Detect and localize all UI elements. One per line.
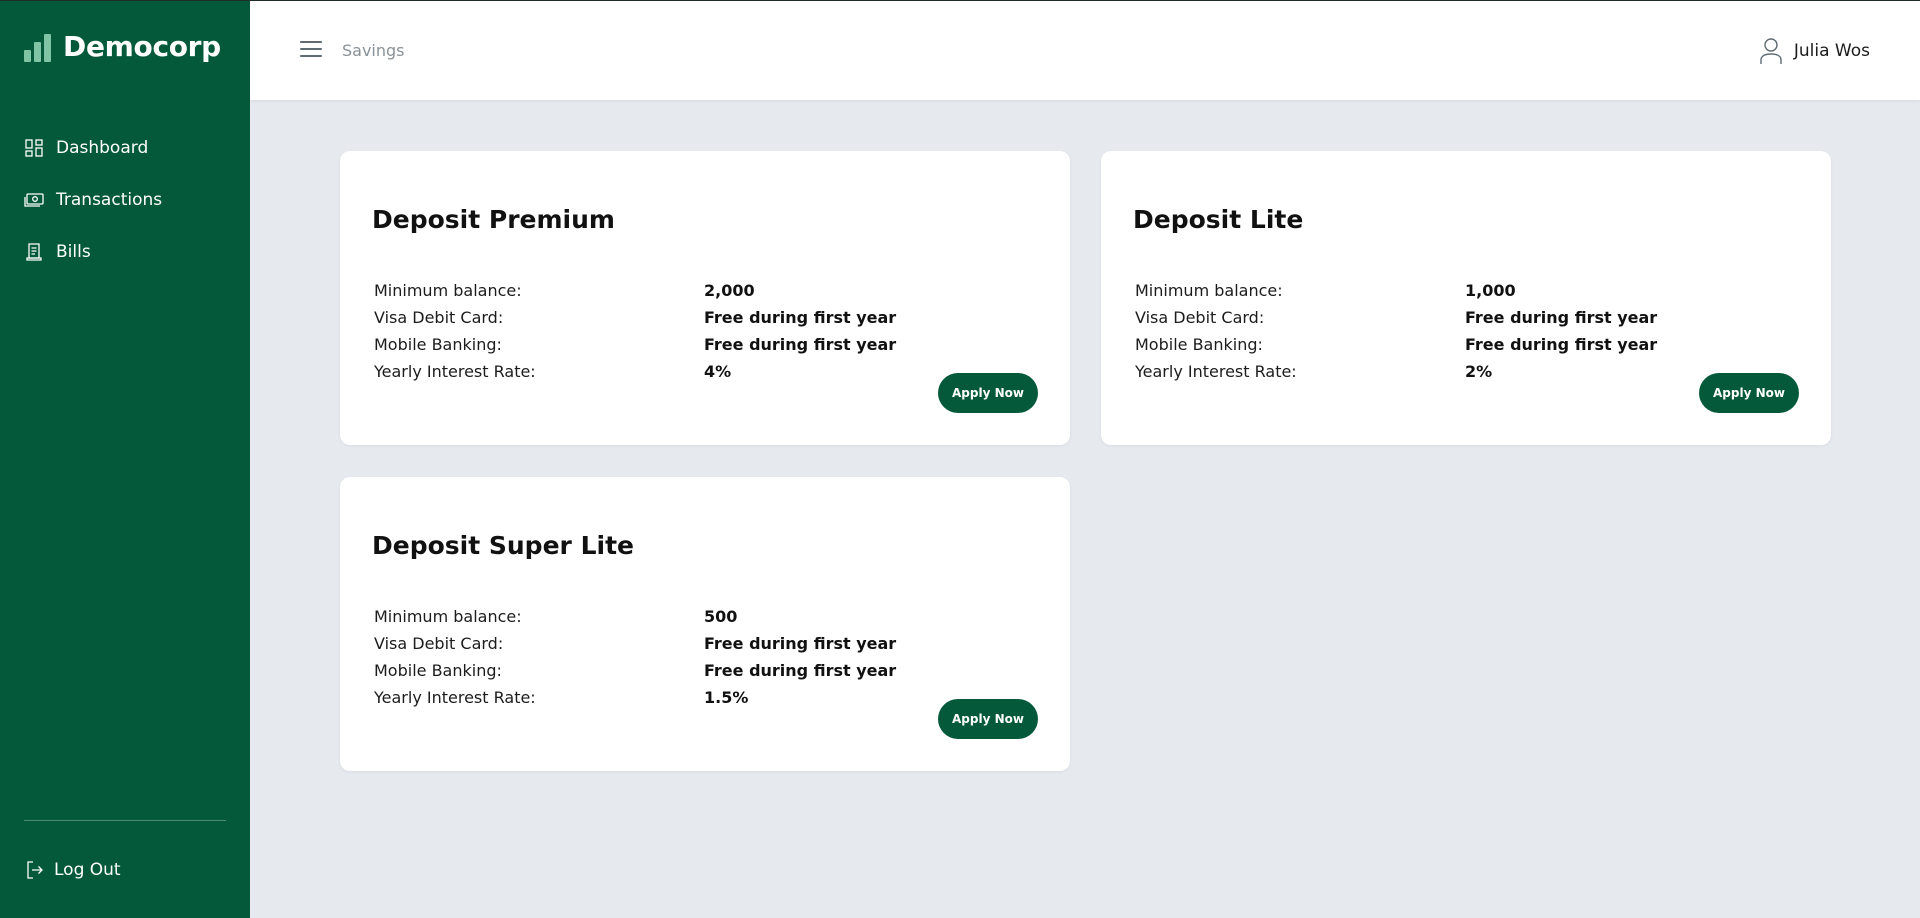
card-details: Minimum balance: 1,000 Visa Debit Card: … [1135, 277, 1695, 385]
detail-value: Free during first year [704, 661, 897, 680]
detail-row: Yearly Interest Rate: 2% [1135, 358, 1695, 385]
detail-value: 4% [704, 362, 732, 381]
logout-icon [26, 860, 46, 880]
detail-label: Mobile Banking: [1135, 335, 1263, 354]
card-details: Minimum balance: 500 Visa Debit Card: Fr… [374, 603, 934, 711]
brand[interactable]: Democorp [24, 32, 221, 62]
detail-label: Yearly Interest Rate: [374, 362, 536, 381]
cash-icon [24, 190, 44, 210]
detail-label: Minimum balance: [374, 281, 522, 300]
top-header: Savings Julia Wos [250, 1, 1920, 100]
detail-value: Free during first year [704, 634, 897, 653]
detail-value: 1.5% [704, 688, 749, 707]
detail-label: Visa Debit Card: [374, 634, 504, 653]
detail-value: 500 [704, 607, 738, 626]
detail-value: 2,000 [704, 281, 755, 300]
detail-row: Mobile Banking: Free during first year [374, 657, 934, 684]
detail-label: Minimum balance: [374, 607, 522, 626]
detail-label: Yearly Interest Rate: [1135, 362, 1297, 381]
detail-value: Free during first year [1465, 335, 1658, 354]
card-title: Deposit Premium [372, 205, 615, 234]
savings-card-deposit-super-lite: Deposit Super Lite Minimum balance: 500 … [340, 477, 1070, 771]
apply-now-button[interactable]: Apply Now [938, 373, 1038, 413]
savings-card-deposit-premium: Deposit Premium Minimum balance: 2,000 V… [340, 151, 1070, 445]
sidebar-divider [24, 820, 226, 821]
user-name: Julia Wos [1793, 41, 1870, 61]
detail-value: Free during first year [704, 335, 897, 354]
detail-row: Yearly Interest Rate: 4% [374, 358, 934, 385]
detail-label: Mobile Banking: [374, 335, 502, 354]
card-details: Minimum balance: 2,000 Visa Debit Card: … [374, 277, 934, 385]
detail-label: Visa Debit Card: [374, 308, 504, 327]
detail-value: 1,000 [1465, 281, 1516, 300]
sidebar: Democorp Dashboard Transactions Bills Lo… [0, 0, 250, 918]
detail-label: Mobile Banking: [374, 661, 502, 680]
detail-row: Visa Debit Card: Free during first year [374, 630, 934, 657]
detail-row: Minimum balance: 500 [374, 603, 934, 630]
sidebar-item-bills[interactable]: Bills [24, 226, 162, 278]
detail-label: Minimum balance: [1135, 281, 1283, 300]
detail-value: 2% [1465, 362, 1493, 381]
detail-row: Minimum balance: 2,000 [374, 277, 934, 304]
detail-row: Mobile Banking: Free during first year [1135, 331, 1695, 358]
detail-label: Visa Debit Card: [1135, 308, 1265, 327]
sidebar-item-label: Bills [56, 242, 91, 262]
dashboard-icon [24, 138, 44, 158]
sidebar-item-label: Dashboard [56, 138, 149, 158]
brand-name: Democorp [63, 30, 221, 63]
window-top-border [0, 0, 1920, 1]
detail-label: Yearly Interest Rate: [374, 688, 536, 707]
sidebar-nav: Dashboard Transactions Bills [24, 122, 162, 278]
detail-row: Visa Debit Card: Free during first year [374, 304, 934, 331]
hamburger-menu-icon[interactable] [300, 41, 322, 59]
detail-row: Mobile Banking: Free during first year [374, 331, 934, 358]
receipt-icon [24, 242, 44, 262]
user-menu[interactable]: Julia Wos [1760, 37, 1870, 65]
card-title: Deposit Lite [1133, 205, 1304, 234]
user-icon [1760, 38, 1782, 64]
logout-label: Log Out [54, 860, 121, 880]
detail-row: Visa Debit Card: Free during first year [1135, 304, 1695, 331]
detail-row: Yearly Interest Rate: 1.5% [374, 684, 934, 711]
page-title: Savings [342, 41, 405, 60]
sidebar-item-label: Transactions [56, 190, 163, 210]
detail-row: Minimum balance: 1,000 [1135, 277, 1695, 304]
detail-value: Free during first year [1465, 308, 1658, 327]
bar-chart-logo-icon [24, 34, 51, 62]
sidebar-item-dashboard[interactable]: Dashboard [24, 122, 162, 174]
logout-button[interactable]: Log Out [26, 860, 121, 880]
sidebar-item-transactions[interactable]: Transactions [24, 174, 162, 226]
apply-now-button[interactable]: Apply Now [1699, 373, 1799, 413]
apply-now-button[interactable]: Apply Now [938, 699, 1038, 739]
savings-card-deposit-lite: Deposit Lite Minimum balance: 1,000 Visa… [1101, 151, 1831, 445]
detail-value: Free during first year [704, 308, 897, 327]
card-title: Deposit Super Lite [372, 531, 634, 560]
